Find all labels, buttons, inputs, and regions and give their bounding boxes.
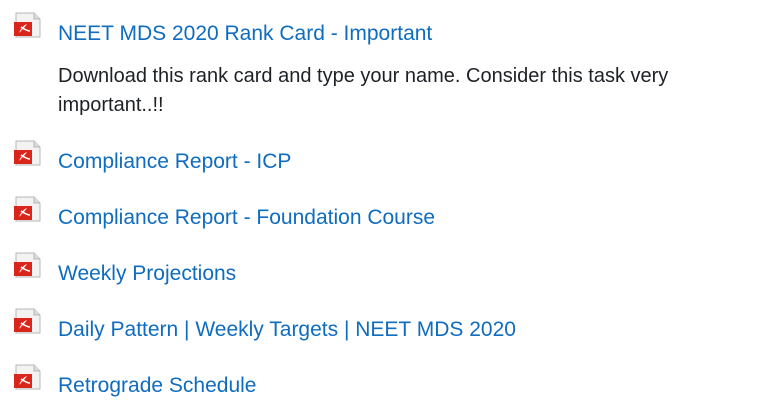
resource-item: Compliance Report - ICP <box>0 128 779 184</box>
pdf-document-icon[interactable] <box>12 250 44 280</box>
resource-description: Download this rank card and type your na… <box>58 65 669 116</box>
resource-item: Compliance Report - Foundation Course <box>0 184 779 240</box>
pdf-document-icon[interactable] <box>12 10 44 40</box>
resource-link-daily-pattern[interactable]: Daily Pattern | Weekly Targets | NEET MD… <box>58 316 516 344</box>
resource-item: Weekly Projections <box>0 240 779 296</box>
pdf-document-icon[interactable] <box>12 138 44 168</box>
resource-item: Daily Pattern | Weekly Targets | NEET MD… <box>0 296 779 352</box>
resource-row: Weekly Projections <box>0 240 779 296</box>
resource-row: Daily Pattern | Weekly Targets | NEET MD… <box>0 296 779 352</box>
resource-link-rank-card[interactable]: NEET MDS 2020 Rank Card - Important <box>58 20 432 48</box>
resource-row: Retrograde Schedule <box>0 352 779 408</box>
pdf-document-icon[interactable] <box>12 306 44 336</box>
resource-item: NEET MDS 2020 Rank Card - Important Down… <box>0 0 779 128</box>
resource-row: Compliance Report - ICP <box>0 128 779 184</box>
resource-link-compliance-foundation[interactable]: Compliance Report - Foundation Course <box>58 204 435 232</box>
resource-list: NEET MDS 2020 Rank Card - Important Down… <box>0 0 779 408</box>
resource-link-compliance-icp[interactable]: Compliance Report - ICP <box>58 148 291 176</box>
pdf-document-icon[interactable] <box>12 362 44 392</box>
resource-row: NEET MDS 2020 Rank Card - Important <box>0 0 779 56</box>
resource-row: Compliance Report - Foundation Course <box>0 184 779 240</box>
resource-link-retrograde-schedule[interactable]: Retrograde Schedule <box>58 372 256 400</box>
resource-item: Retrograde Schedule <box>0 352 779 408</box>
pdf-document-icon[interactable] <box>12 194 44 224</box>
resource-link-weekly-projections[interactable]: Weekly Projections <box>58 260 236 288</box>
